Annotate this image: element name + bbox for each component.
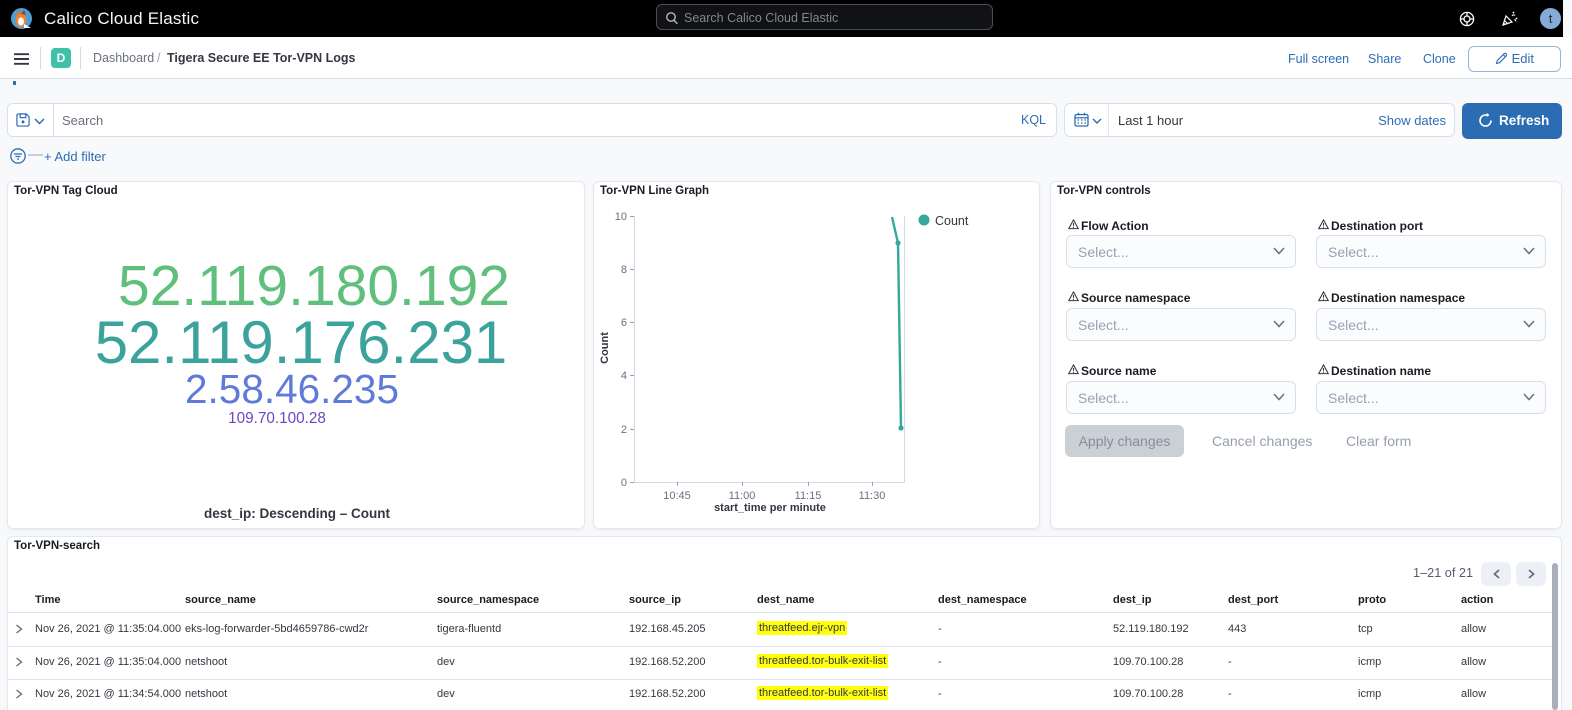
svg-text:8: 8 — [621, 264, 627, 276]
svg-text:Count: Count — [935, 214, 969, 228]
svg-text:10:45: 10:45 — [663, 490, 691, 502]
svg-text:11:30: 11:30 — [859, 490, 886, 502]
svg-text:Count: Count — [599, 332, 611, 364]
svg-text:6: 6 — [621, 317, 627, 329]
svg-text:11:15: 11:15 — [795, 490, 822, 502]
svg-text:start_time per minute: start_time per minute — [714, 502, 826, 514]
svg-text:10: 10 — [615, 211, 627, 223]
svg-text:0: 0 — [621, 477, 627, 489]
svg-text:4: 4 — [621, 370, 627, 382]
svg-text:2: 2 — [621, 424, 627, 436]
svg-text:11:00: 11:00 — [729, 490, 756, 502]
